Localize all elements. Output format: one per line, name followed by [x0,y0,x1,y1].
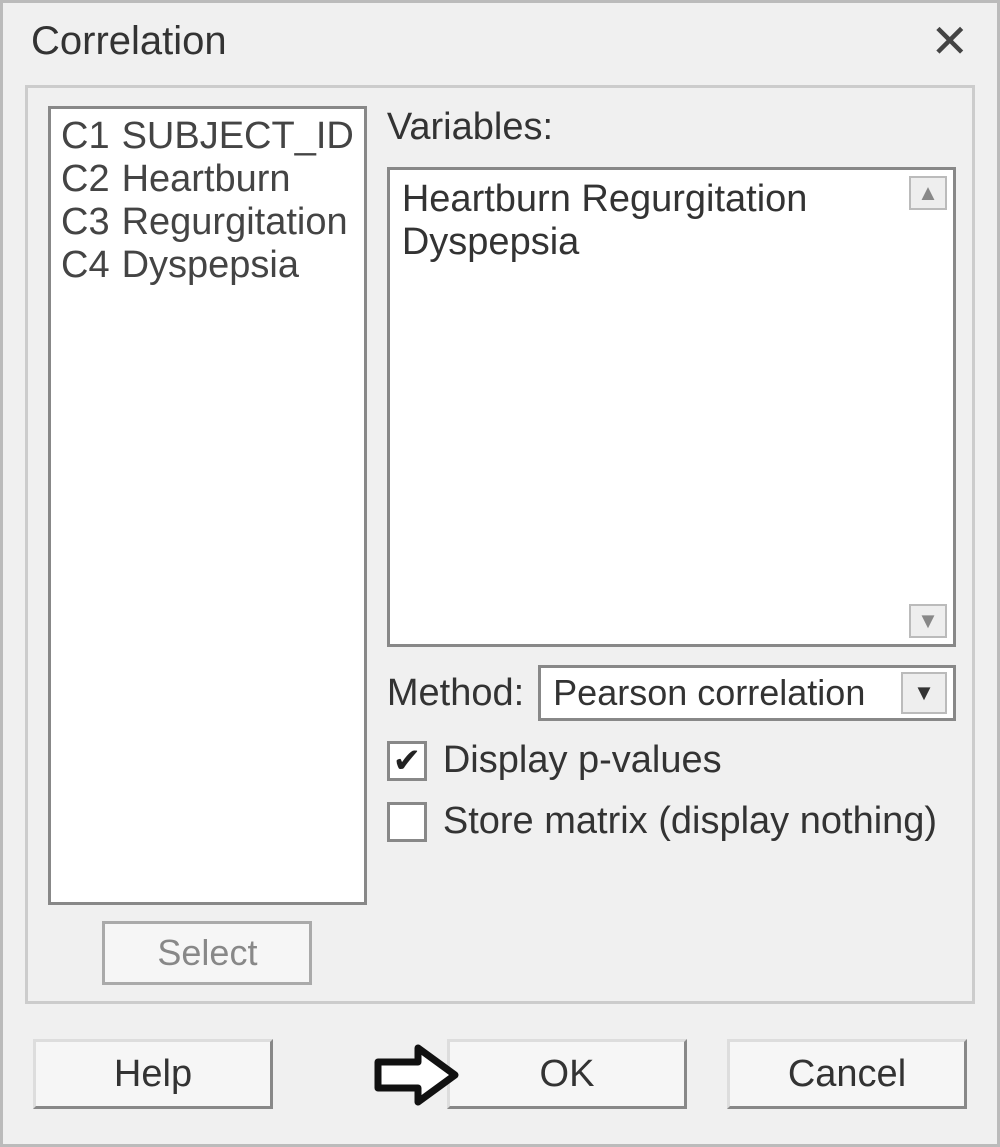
content-frame: C1 SUBJECT_ID C2 Heartburn C3 Regurgitat… [25,85,975,1004]
checkbox-label: Store matrix (display nothing) [443,800,937,843]
titlebar: Correlation ✕ [3,3,997,75]
scroll-down-icon[interactable]: ▼ [909,604,947,638]
footer: Help OK Cancel [33,1034,967,1114]
variables-input[interactable]: Heartburn Regurgitation Dyspepsia ▲ ▼ [387,167,956,647]
right-column: Variables: Heartburn Regurgitation Dyspe… [387,106,956,985]
method-select[interactable]: Pearson correlation ▼ [538,665,956,721]
list-item: C3 Regurgitation [55,201,360,244]
variables-label: Variables: [387,106,956,149]
method-selected: Pearson correlation [553,672,865,714]
method-row: Method: Pearson correlation ▼ [387,665,956,721]
scroll-up-icon[interactable]: ▲ [909,176,947,210]
column-code[interactable]: C4 [55,244,116,287]
arrow-right-icon [373,1040,463,1110]
correlation-dialog: Correlation ✕ C1 SUBJECT_ID C2 Heartburn… [0,0,1000,1147]
checkbox-store-matrix[interactable]: Store matrix (display nothing) [387,800,956,843]
column-code[interactable]: C1 [55,115,116,158]
checkbox-display-pvalues[interactable]: ✔ Display p-values [387,739,956,782]
select-button[interactable]: Select [102,921,312,985]
column-name[interactable]: Heartburn [116,158,360,201]
variables-text: Heartburn Regurgitation Dyspepsia [402,178,808,263]
column-code[interactable]: C2 [55,158,116,201]
checkbox-icon[interactable]: ✔ [387,741,427,781]
checkbox-label: Display p-values [443,739,722,782]
column-code[interactable]: C3 [55,201,116,244]
ok-button[interactable]: OK [447,1039,687,1109]
dialog-title: Correlation [31,19,227,64]
list-item: C2 Heartburn [55,158,360,201]
column-name[interactable]: Dyspepsia [116,244,360,287]
column-name[interactable]: Regurgitation [116,201,360,244]
method-label: Method: [387,672,524,715]
close-icon[interactable]: ✕ [922,18,977,64]
help-button[interactable]: Help [33,1039,273,1109]
cancel-button[interactable]: Cancel [727,1039,967,1109]
column-name[interactable]: SUBJECT_ID [116,115,360,158]
list-item: C1 SUBJECT_ID [55,115,360,158]
left-column: C1 SUBJECT_ID C2 Heartburn C3 Regurgitat… [48,106,367,985]
chevron-down-icon[interactable]: ▼ [901,672,947,714]
columns-listbox[interactable]: C1 SUBJECT_ID C2 Heartburn C3 Regurgitat… [48,106,367,905]
checkbox-icon[interactable] [387,802,427,842]
list-item: C4 Dyspepsia [55,244,360,287]
